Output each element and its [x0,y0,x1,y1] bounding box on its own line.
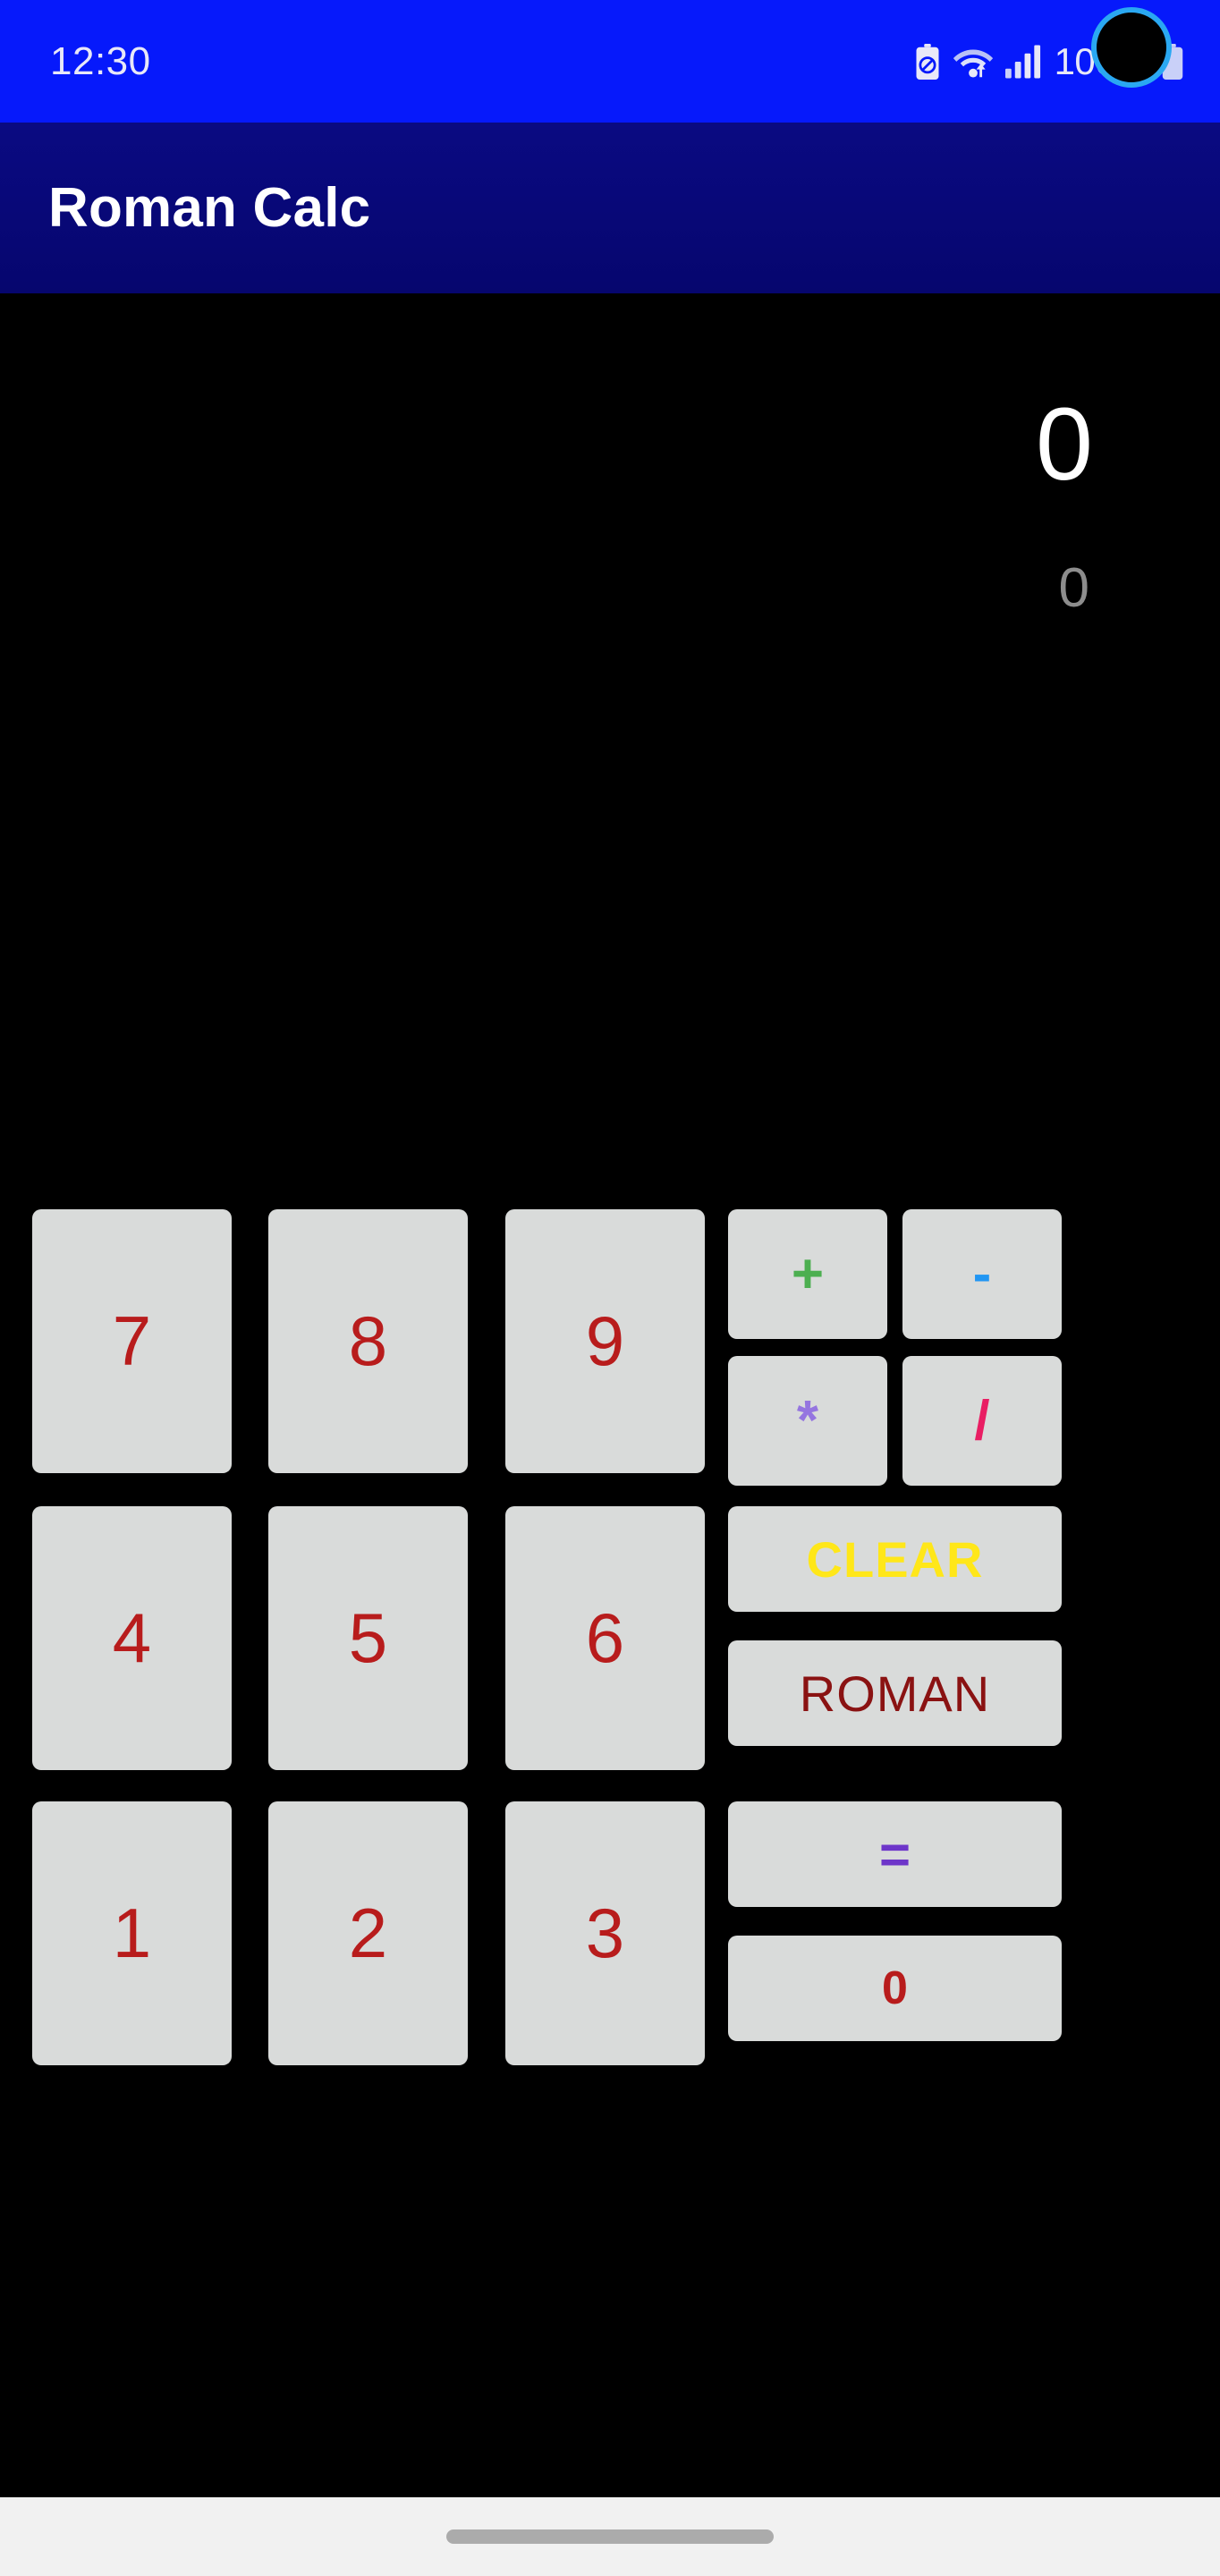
battery-saver-icon [914,43,941,80]
roman-button[interactable]: ROMAN [728,1640,1062,1746]
key-7[interactable]: 7 [32,1209,232,1473]
key-divide[interactable]: / [902,1356,1062,1486]
key-5[interactable]: 5 [268,1506,468,1770]
keypad: 7 8 9 4 5 6 1 2 3 + - * / CLEAR ROMAN = … [32,1209,1062,2075]
key-multiply[interactable]: * [728,1356,887,1486]
status-bar-clock: 12:30 [50,38,151,83]
wifi-icon [953,43,994,80]
page-title: Roman Calc [48,177,371,239]
key-3[interactable]: 3 [505,1801,705,2065]
key-8[interactable]: 8 [268,1209,468,1473]
key-minus[interactable]: - [902,1209,1062,1339]
display-primary-value: 0 [1036,387,1093,502]
key-1[interactable]: 1 [32,1801,232,2065]
clear-button[interactable]: CLEAR [728,1506,1062,1612]
calculator-display: 0 0 [0,293,1220,616]
status-bar: 12:30 [0,0,1220,123]
key-plus[interactable]: + [728,1209,887,1339]
app-bar: Roman Calc [0,123,1220,293]
equals-button[interactable]: = [728,1801,1062,1907]
cellular-signal-icon [1004,43,1041,80]
key-6[interactable]: 6 [505,1506,705,1770]
phone-screen: 12:30 Roman Calc 0 0 7 8 9 4 5 6 1 2 3 +… [0,0,1220,2576]
key-2[interactable]: 2 [268,1801,468,2065]
front-camera-cutout [1091,7,1172,88]
home-gesture-pill[interactable] [446,2529,774,2544]
key-9[interactable]: 9 [505,1209,705,1473]
key-4[interactable]: 4 [32,1506,232,1770]
system-navigation-bar [0,2497,1220,2576]
display-secondary-value: 0 [1058,557,1089,619]
key-0[interactable]: 0 [728,1936,1062,2041]
